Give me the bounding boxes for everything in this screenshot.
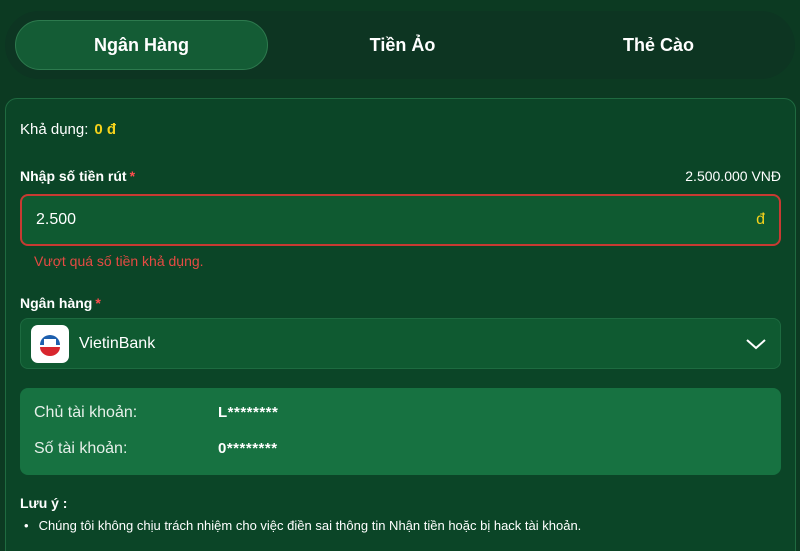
bank-select[interactable]: VietinBank xyxy=(20,318,781,369)
note-title: Lưu ý : xyxy=(20,495,68,511)
amount-field[interactable]: đ xyxy=(20,194,781,246)
note-item: • Chúng tôi không chịu trách nhiệm cho vi… xyxy=(24,518,581,533)
method-tabs: Ngân Hàng Tiền Ảo Thẻ Cào xyxy=(5,11,795,79)
account-holder-label: Chủ tài khoản: xyxy=(34,404,138,421)
available-balance: Khả dụng: 0 đ xyxy=(20,121,116,138)
vietinbank-logo-icon xyxy=(31,324,69,363)
account-info-box: Chủ tài khoản: L******** Số tài khoản: 0… xyxy=(20,388,781,475)
withdraw-label-text: Nhập số tiền rút xyxy=(20,168,127,184)
withdraw-amount-label: Nhập số tiền rút * xyxy=(20,168,135,184)
bullet-icon: • xyxy=(24,518,29,533)
amount-error-message: Vượt quá số tiền khả dụng. xyxy=(34,253,204,269)
bank-label-text: Ngân hàng xyxy=(20,295,93,311)
chevron-down-icon xyxy=(746,338,766,349)
max-amount: 2.500.000 VNĐ xyxy=(685,168,781,184)
tab-bank[interactable]: Ngân Hàng xyxy=(15,20,268,70)
note-text: Chúng tôi không chịu trách nhiệm cho việ… xyxy=(38,518,582,533)
bank-label: Ngân hàng * xyxy=(20,295,101,311)
account-number-value: 0******** xyxy=(218,440,278,457)
tab-crypto[interactable]: Tiền Ảo xyxy=(276,20,529,70)
required-mark: * xyxy=(129,168,136,184)
selected-bank: VietinBank xyxy=(79,334,156,352)
amount-input[interactable] xyxy=(36,211,757,229)
account-number-label: Số tài khoản: xyxy=(34,440,128,457)
tab-scratch-card[interactable]: Thẻ Cào xyxy=(532,20,785,70)
currency-symbol: đ xyxy=(756,211,765,228)
account-holder-value: L******** xyxy=(218,404,279,421)
required-mark: * xyxy=(95,295,101,311)
available-label: Khả dụng: xyxy=(20,121,89,138)
available-amount: 0 đ xyxy=(94,121,117,138)
